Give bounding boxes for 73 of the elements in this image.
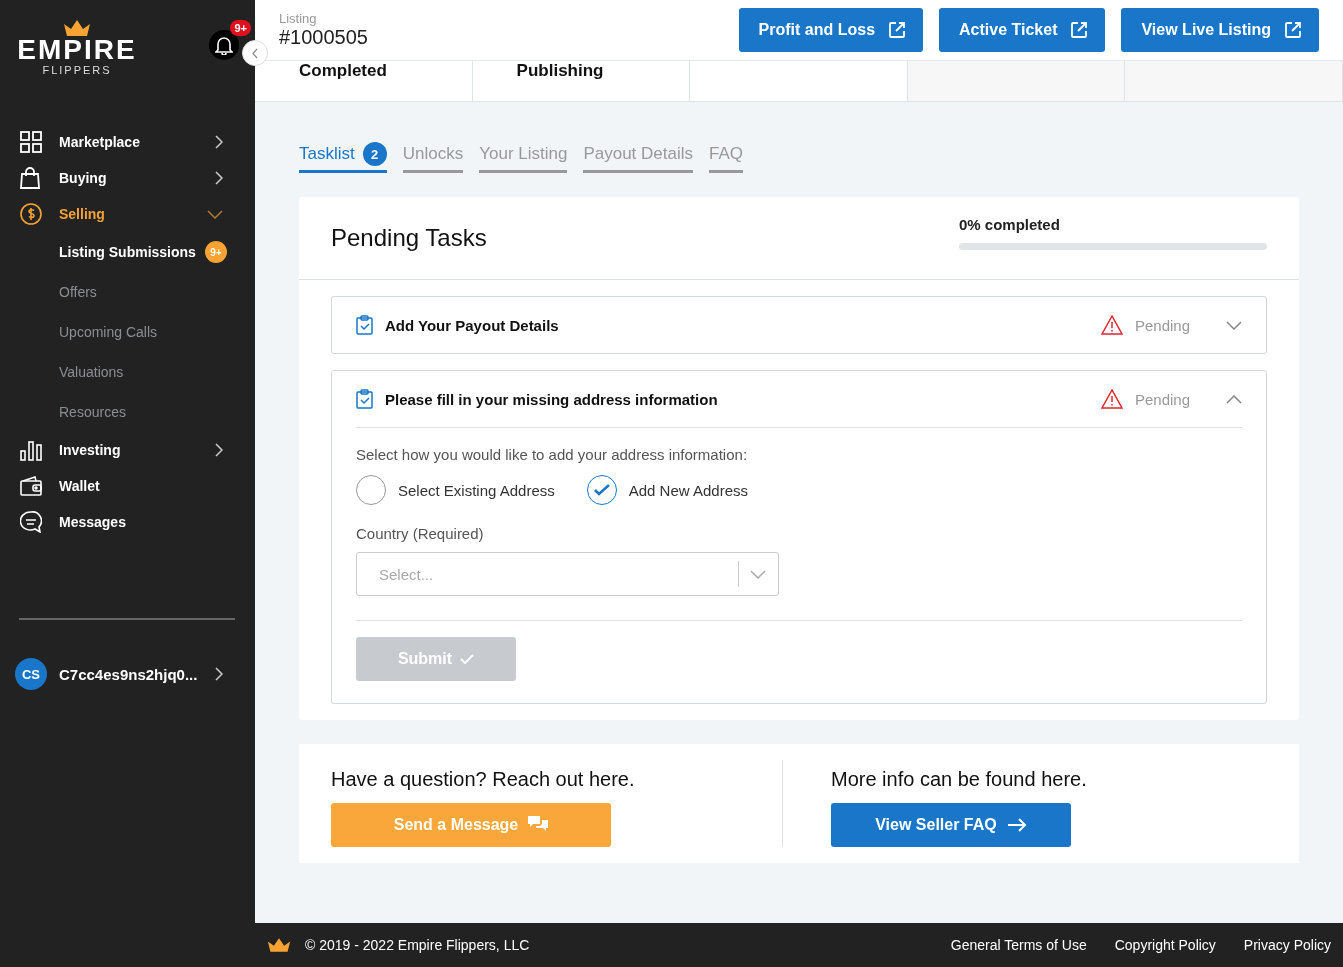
listing-caption: Listing [279,11,318,26]
check-icon [460,654,475,664]
footer-link[interactable]: Copyright Policy [1114,937,1216,953]
nav-item[interactable]: Wallet [0,468,255,504]
tab[interactable]: Payout Details [583,142,694,173]
progress-label: 0% completed [959,216,1061,233]
form-prompt: Select how you would like to add your address information: [356,446,749,463]
chevron-right-icon [215,135,223,149]
count-badge: 9+ [205,241,227,263]
collapse-sidebar-button[interactable] [242,40,268,66]
chevron-right-icon [215,171,223,185]
nav-item[interactable]: Buying [0,160,255,196]
chat-bubble-icon [20,511,42,533]
chevron-down-icon [207,209,223,219]
nav-subitem[interactable]: Listing Submissions 9+ [0,232,255,272]
chevron-down-icon [750,569,766,579]
footer-link[interactable]: General Terms of Use [950,937,1087,953]
external-link-button[interactable]: View Live Listing [1121,8,1319,52]
external-link-button[interactable]: Active Ticket [939,8,1106,52]
bar-chart-icon [20,439,42,461]
nav-subitem[interactable]: Offers [0,272,255,312]
bell-icon [215,35,233,55]
clipboard-check-icon [356,315,373,335]
external-link-icon [1069,20,1090,40]
warning-icon [1100,389,1123,409]
notification-badge: 9+ [230,20,251,36]
external-link-icon [1283,20,1303,40]
progress-step: Publishing [472,61,691,101]
clipboard-check-icon [356,389,373,409]
chevron-left-icon [252,47,258,59]
radio-option[interactable]: Select Existing Address [356,475,555,505]
chevron-right-icon [215,667,223,681]
nav-item[interactable]: Messages [0,504,255,540]
tab[interactable]: Tasklist 2 [299,142,387,173]
help-heading: Have a question? Reach out here. [331,768,636,791]
footer-link[interactable]: Privacy Policy [1243,937,1331,953]
chevron-down-icon [1226,320,1242,330]
task-header[interactable]: Please fill in your missing address information Pending [356,371,1242,428]
nav-subitem[interactable]: Resources [0,392,255,432]
external-link-button[interactable]: Profit and Loss [738,8,924,52]
notification-button[interactable] [209,30,239,60]
tab[interactable]: Unlocks [402,142,464,173]
warning-icon [1100,315,1123,335]
tab[interactable]: FAQ [709,142,744,173]
logo-tagline: FLIPPERS [42,64,112,76]
grid-icon [20,131,42,153]
card-title: Pending Tasks [331,224,487,252]
chevron-right-icon [215,443,223,457]
check-icon [593,484,610,496]
user-avatar: CS [15,658,47,690]
radio-option[interactable]: Add New Address [586,475,748,505]
nav-item[interactable]: Investing [0,432,255,468]
listing-number: #1000505 [279,26,368,49]
arrow-right-icon [1006,818,1027,832]
chevron-up-icon [1226,394,1242,404]
count-badge: 2 [362,142,387,166]
nav-subitem[interactable]: Valuations [0,352,255,392]
user-menu[interactable]: CS C7cc4es9ns2hjq0... [0,658,255,690]
view-faq-button[interactable]: View Seller FAQ [831,803,1071,847]
shopping-bag-icon [20,167,40,189]
crown-icon [267,938,291,952]
logo-wordmark: EMPIRE [17,36,137,64]
nav-item[interactable]: Marketplace [0,124,255,160]
external-link-icon [887,20,908,40]
copyright-text: © 2019 - 2022 Empire Flippers, LLC [305,937,531,953]
tab[interactable]: Your Listing [479,142,568,173]
wallet-icon [20,476,42,496]
dollar-coin-icon [20,203,42,225]
field-label: Country (Required) [356,525,485,542]
nav-subitem[interactable]: Upcoming Calls [0,312,255,352]
crown-icon [63,20,91,36]
help-heading: More info can be found here. [831,768,1088,791]
progress-step: Completed [255,61,473,101]
